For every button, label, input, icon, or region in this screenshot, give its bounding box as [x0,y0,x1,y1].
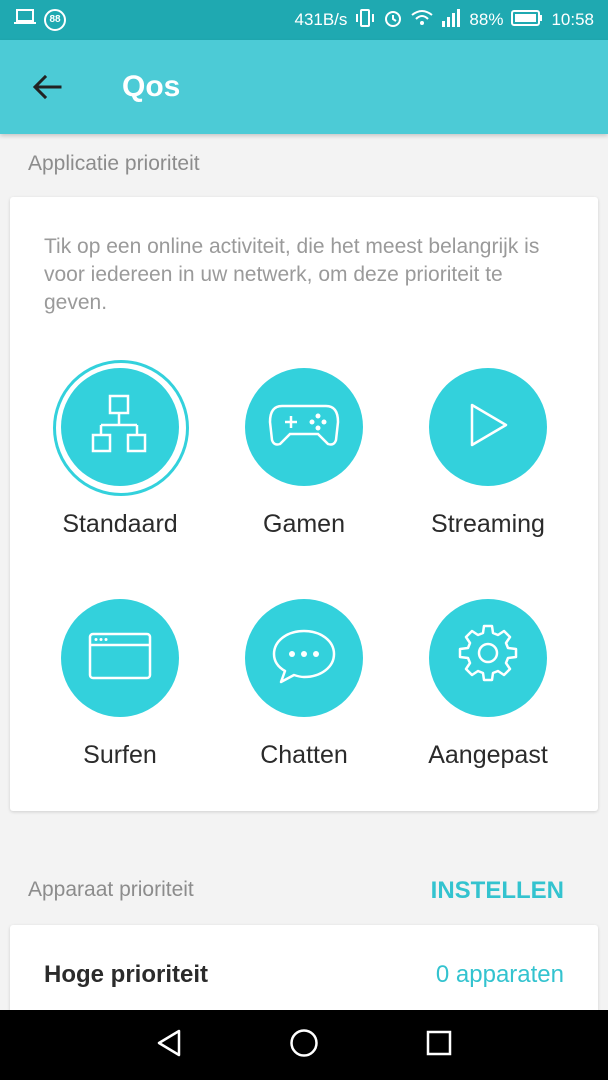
section-label-app-priority: Applicatie prioriteit [28,152,200,175]
section-label-device-priority: Apparaat prioriteit [28,878,194,901]
page-title: Qos [122,70,181,103]
square-recents-icon [426,1030,452,1061]
laptop-icon [14,8,36,31]
option-chatten[interactable]: Chatten [212,599,396,770]
chat-bubble-icon [271,627,337,690]
option-aangepast-label: Aangepast [428,741,548,769]
option-gamen-label: Gamen [263,510,345,538]
gear-icon [454,622,522,695]
play-icon [466,401,510,454]
wifi-icon [411,9,434,32]
triangle-back-icon [155,1028,183,1063]
app-priority-description: Tik op een online activiteit, die het me… [44,235,540,314]
clock: 10:58 [551,10,594,29]
option-streaming-circle [429,368,547,486]
option-chatten-circle [245,599,363,717]
option-standaard[interactable]: Standaard [28,360,212,539]
system-nav-bar [0,1010,608,1080]
option-streaming-label: Streaming [431,510,545,538]
option-surfen[interactable]: Surfen [28,599,212,770]
back-button[interactable] [26,68,68,110]
option-aangepast[interactable]: Aangepast [396,599,580,770]
high-priority-label: Hoge prioriteit [44,961,209,988]
option-standaard-circle [53,360,189,496]
app-bar: Qos [0,40,608,134]
high-priority-device-count: 0 apparaten [435,961,564,988]
battery-percent: 88% [469,10,504,29]
option-streaming[interactable]: Streaming [396,368,580,539]
nav-home-button[interactable] [284,1025,324,1065]
app-priority-card: Tik op een online activiteit, die het me… [10,197,598,811]
vibrate-icon [355,8,375,33]
signal-icon [441,8,461,32]
alarm-icon [383,8,403,33]
option-surfen-circle [61,599,179,717]
option-gamen-circle [245,368,363,486]
option-gamen[interactable]: Gamen [212,368,396,539]
gamepad-icon [268,402,340,453]
nav-back-button[interactable] [149,1025,189,1065]
option-surfen-label: Surfen [83,741,157,769]
option-standaard-label: Standaard [62,510,178,538]
status-bar: 88 431B/s 88% 10:58 [0,0,608,40]
option-chatten-label: Chatten [260,741,348,769]
net-speed: 431B/s [294,10,348,29]
instellen-button[interactable]: INSTELLEN [431,877,564,905]
option-aangepast-circle [429,599,547,717]
arrow-left-icon [32,74,62,105]
nav-recents-button[interactable] [419,1025,459,1065]
battery-icon [511,9,543,31]
browser-window-icon [88,632,152,685]
notification-badge-icon: 88 [44,8,66,31]
circle-home-icon [289,1028,319,1063]
network-topology-icon [91,394,149,461]
